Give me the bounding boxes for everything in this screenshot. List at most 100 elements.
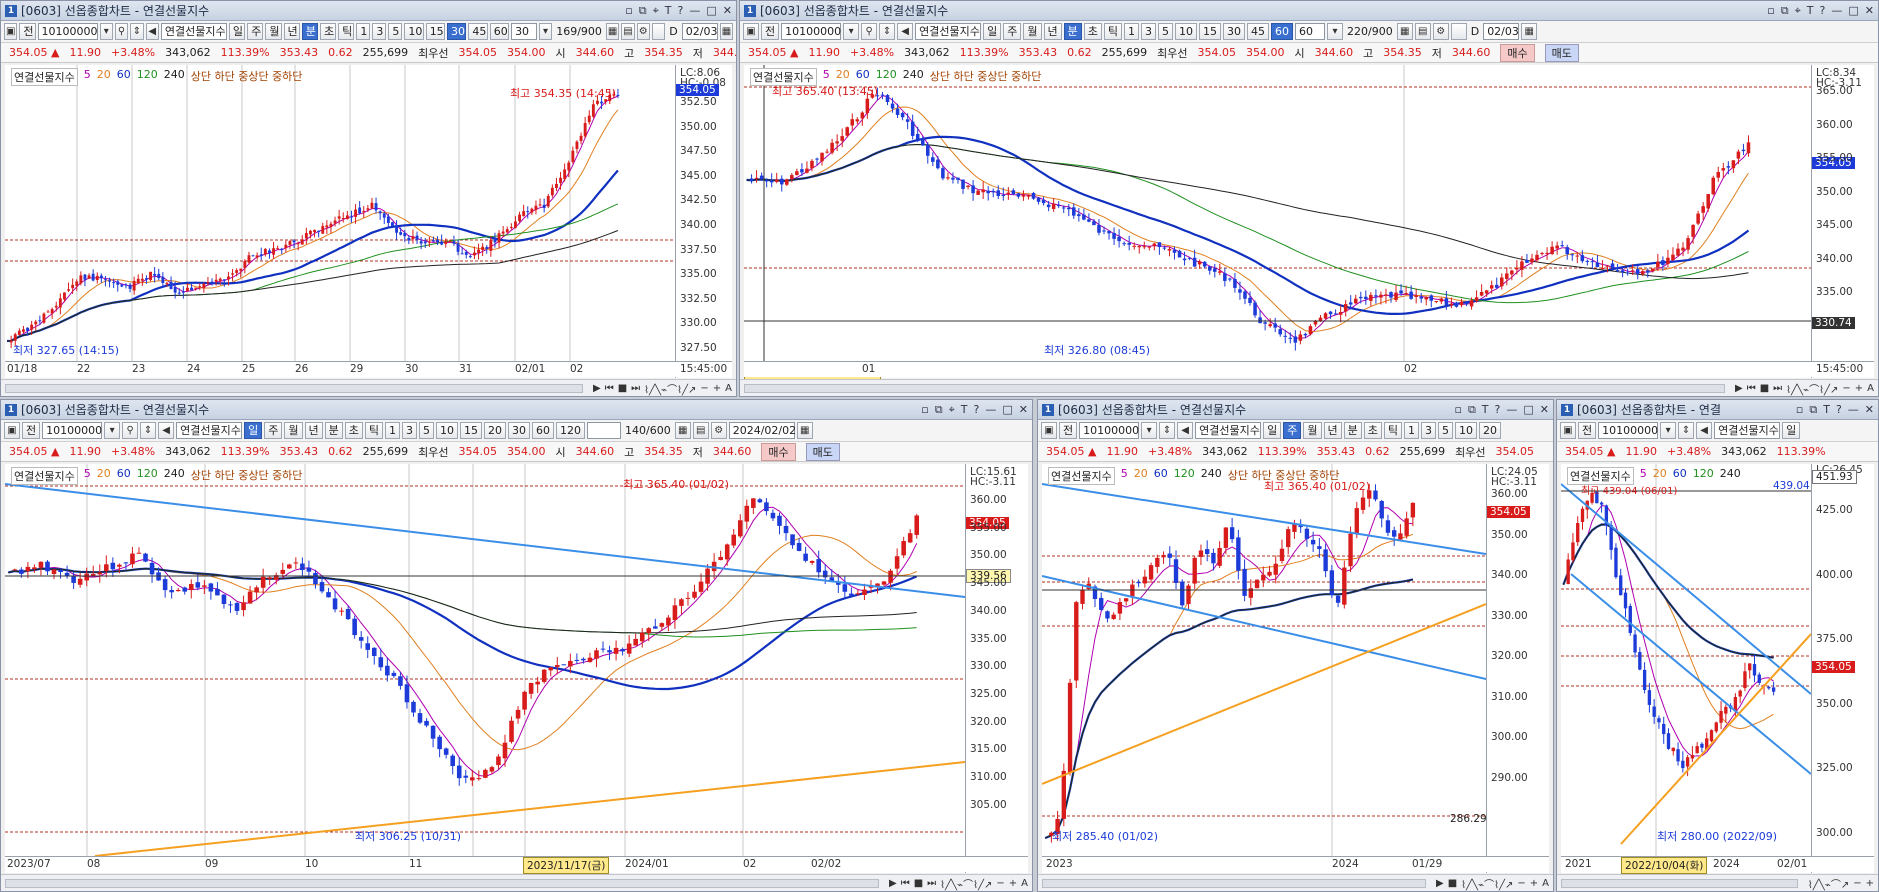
layout-icon[interactable]: ▣ <box>1560 422 1576 439</box>
forward-icon[interactable]: ⏭ <box>631 383 640 394</box>
draw-tools-icon[interactable]: ⌇╱╲⌁⌒↗ <box>1808 876 1849 891</box>
period-day-button[interactable]: 일 <box>244 422 263 439</box>
close-icon[interactable]: ✕ <box>1865 4 1874 18</box>
stop-icon[interactable]: ■ <box>1760 383 1769 394</box>
title-bar[interactable]: 1 [0603] 선옵종합차트 - 연결선물지수 ▫ ⧉ ⌖ T? — □ ✕ <box>740 1 1878 21</box>
y-axis[interactable]: LC:26.45 451.93 354.05 425.00400.00375.0… <box>1811 464 1874 873</box>
chart-plot[interactable] <box>744 65 1811 361</box>
grid-icon[interactable]: ▦ <box>605 23 620 40</box>
restore-icon[interactable]: ▫ <box>1454 403 1461 417</box>
period-day-button[interactable]: 일 <box>983 23 1002 40</box>
interval-button[interactable]: 30 <box>1223 23 1245 40</box>
draw-tools-icon[interactable]: ⌇╱╲⌁⌒⌇╱↗ <box>1461 876 1513 891</box>
interval-button[interactable]: 30 <box>508 422 530 439</box>
spin-icon[interactable]: ⇕ <box>1159 422 1176 439</box>
grid-icon[interactable]: ▦ <box>674 422 691 439</box>
period-year-button[interactable]: 년 <box>304 422 323 439</box>
legend-symbol[interactable]: 연결선물지수 <box>1048 467 1115 485</box>
date-input[interactable]: 02/03 <box>681 23 718 40</box>
help-icon[interactable]: ? <box>974 403 980 417</box>
period-minute-button[interactable]: 분 <box>1063 23 1082 40</box>
zoom-in-icon[interactable]: + <box>1866 878 1874 889</box>
price-chart[interactable]: 연결선물지수 5 20 60 120 240 상단 하단 중상단 중하단 최고 … <box>5 65 732 378</box>
text-tool-icon[interactable]: A <box>1867 383 1874 394</box>
chevron-down-icon[interactable]: ▾ <box>1141 422 1158 439</box>
text-icon[interactable]: T <box>961 403 968 417</box>
restore-icon[interactable]: ▫ <box>1767 4 1774 18</box>
period-second-button[interactable]: 초 <box>319 23 337 40</box>
calendar-icon[interactable]: ▦ <box>796 422 813 439</box>
period-second-button[interactable]: 초 <box>1083 23 1102 40</box>
zoom-out-icon[interactable]: − <box>1842 383 1850 394</box>
spin-icon[interactable]: ⇕ <box>140 422 157 439</box>
interval-button[interactable]: 20 <box>1479 422 1501 439</box>
chevron-down-icon[interactable]: ▾ <box>538 23 553 40</box>
scrollbar[interactable] <box>5 383 583 393</box>
date-input[interactable]: 2024/02/02 <box>728 422 796 439</box>
period-year-button[interactable]: 년 <box>1323 422 1342 439</box>
speaker-icon[interactable]: ◀ <box>897 23 914 40</box>
title-bar[interactable]: 1 [0603] 선옵종합차트 - 연결선물지수 ▫ ⧉ ⌖ T? — □ ✕ <box>1 1 736 21</box>
period-day-button[interactable]: 일 <box>1263 422 1282 439</box>
interval-button[interactable]: 5 <box>419 422 434 439</box>
maximize-icon[interactable]: □ <box>706 4 716 18</box>
draw-tools-icon[interactable]: ⌇╱╲⌁⌒⌇╱↗ <box>1786 381 1838 396</box>
play-icon[interactable]: ▶ <box>1436 878 1444 889</box>
code-input[interactable]: 10100000 <box>1079 422 1140 439</box>
gear-icon[interactable]: ⚙ <box>1432 23 1449 40</box>
help-icon[interactable]: ? <box>1836 403 1842 417</box>
zoom-out-icon[interactable]: − <box>1517 878 1525 889</box>
interval-button[interactable]: 45 <box>1247 23 1269 40</box>
date-input[interactable]: 02/03 <box>1483 23 1520 40</box>
close-icon[interactable]: ✕ <box>723 4 732 18</box>
interval-button[interactable]: 3 <box>372 23 387 40</box>
search-icon[interactable]: ⚲ <box>114 23 129 40</box>
scrollbar[interactable] <box>1561 878 1798 888</box>
speaker-icon[interactable]: ◀ <box>1177 422 1194 439</box>
interval-button[interactable]: 120 <box>556 422 585 439</box>
interval-input[interactable] <box>587 422 621 439</box>
play-icon[interactable]: ▶ <box>1735 383 1743 394</box>
prev-button[interactable]: 전 <box>761 23 780 40</box>
forward-icon[interactable]: ⏭ <box>927 878 936 889</box>
text-tool-icon[interactable]: A <box>1542 878 1549 889</box>
y-axis[interactable]: LC:15.61 HC:-3.11 354.05 339.56 360.00 35… <box>965 464 1028 873</box>
save-icon[interactable]: ▤ <box>692 422 709 439</box>
interval-button[interactable]: 1 <box>385 422 400 439</box>
interval-button[interactable]: 15 <box>460 422 482 439</box>
period-tick-button[interactable]: 틱 <box>1103 23 1122 40</box>
chevron-down-icon[interactable]: ▾ <box>1327 23 1343 40</box>
scrollbar[interactable] <box>1042 878 1426 888</box>
tile-icon[interactable]: ⧉ <box>1468 403 1476 417</box>
period-minute-button[interactable]: 분 <box>301 23 318 40</box>
title-bar[interactable]: 1 [0603] 선옵종합차트 - 연결선물지수 ▫ ⧉ T? — □ ✕ <box>1038 400 1553 420</box>
symbol-name[interactable]: 연결선물지수 <box>915 23 982 40</box>
chart-plot[interactable] <box>5 65 675 361</box>
spin-icon[interactable]: ⇕ <box>1678 422 1695 439</box>
zoom-in-icon[interactable]: + <box>713 383 721 394</box>
spin-icon[interactable]: ⇕ <box>879 23 896 40</box>
draw-tools-icon[interactable]: ⌇╱╲⌁⌒⌇╱↗ <box>644 381 696 396</box>
restore-icon[interactable]: ▫ <box>1796 403 1803 417</box>
text-icon[interactable]: T <box>1807 4 1814 18</box>
text-icon[interactable]: T <box>1823 403 1830 417</box>
prev-button[interactable]: 전 <box>1578 422 1597 439</box>
zoom-in-icon[interactable]: + <box>1855 383 1863 394</box>
scrollbar[interactable] <box>744 383 1725 393</box>
help-icon[interactable]: ? <box>678 4 684 18</box>
price-chart[interactable]: 연결선물지수 5 20 60 120 240 최고 439.04 (06/01)… <box>1561 464 1874 874</box>
interval-button[interactable]: 45 <box>468 23 488 40</box>
period-week-button[interactable]: 주 <box>247 23 264 40</box>
interval-button[interactable]: 10 <box>1455 422 1477 439</box>
period-month-button[interactable]: 월 <box>284 422 303 439</box>
interval-button[interactable]: 10 <box>404 23 424 40</box>
gear-icon[interactable]: ⚙ <box>710 422 727 439</box>
pin-icon[interactable]: ⌖ <box>1795 4 1801 18</box>
code-input[interactable]: 10100000 <box>781 23 842 40</box>
period-month-button[interactable]: 월 <box>265 23 282 40</box>
legend-symbol[interactable]: 연결선물지수 <box>11 68 78 86</box>
layout-icon[interactable]: ▣ <box>743 23 759 40</box>
chart-plot[interactable] <box>1042 464 1486 856</box>
text-tool-icon[interactable]: A <box>1021 878 1028 889</box>
interval-button[interactable]: 60 <box>489 23 510 40</box>
